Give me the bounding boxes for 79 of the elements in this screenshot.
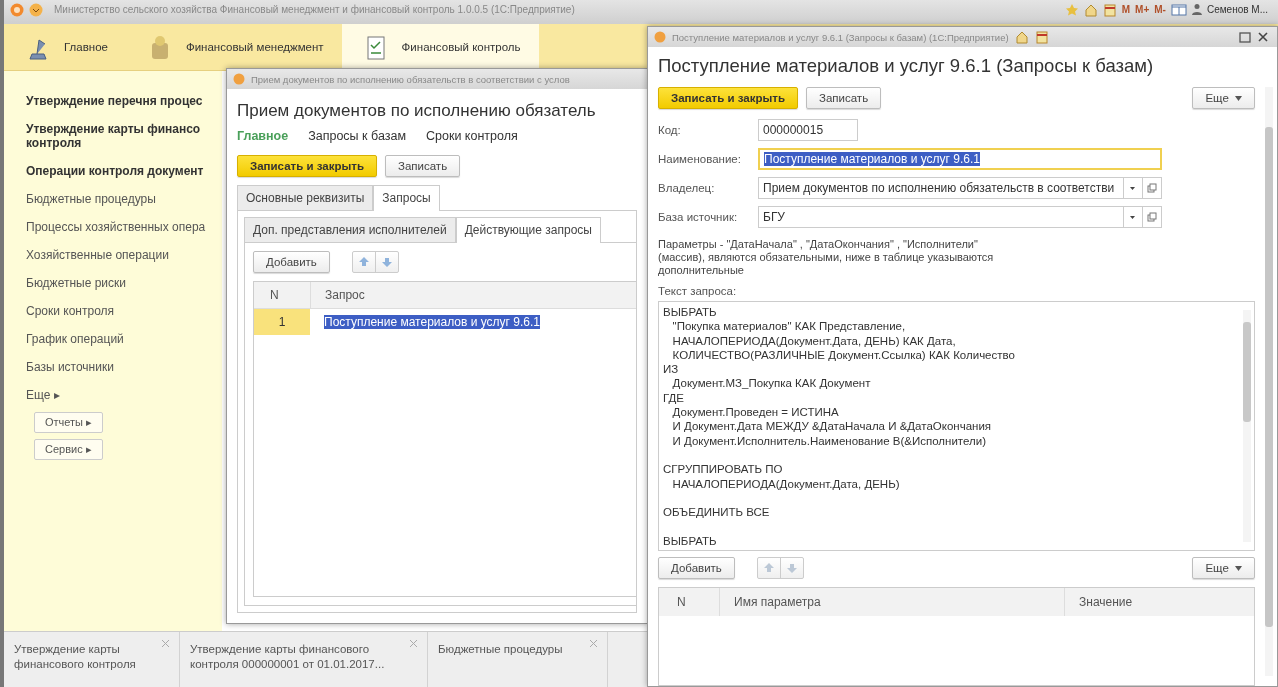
nav-link[interactable]: Сроки контроля — [426, 129, 518, 143]
more-button[interactable]: Еще — [1192, 87, 1255, 109]
sidebar-item[interactable]: Процессы хозяйственных опера — [26, 213, 206, 241]
nav-link[interactable]: Запросы к базам — [308, 129, 406, 143]
select-field[interactable]: БГУ — [758, 206, 1162, 228]
column-header[interactable]: N — [659, 595, 719, 609]
field-label: Наименование: — [658, 153, 742, 165]
select-field[interactable]: Прием документов по исполнению обязательств в соответстви — [758, 177, 1162, 199]
maximize-icon[interactable] — [1239, 31, 1251, 43]
field-label: Владелец: — [658, 182, 716, 194]
tab-title[interactable]: Утверждение карты финансового контроля — [14, 642, 159, 672]
sidebar-item[interactable]: Утверждение карты финансо контроля — [26, 115, 216, 157]
field-label: База источник: — [658, 211, 739, 223]
tab[interactable]: Доп. представления исполнителей — [244, 217, 456, 242]
home-icon[interactable] — [1083, 3, 1098, 17]
form-heading: Прием документов по исполнению обязатель — [237, 101, 597, 121]
scrollbar[interactable] — [1243, 310, 1251, 542]
column-header[interactable]: Имя параметра — [719, 588, 1064, 616]
section-tab[interactable]: Финансовый контроль — [341, 24, 539, 70]
tab[interactable]: Действующие запросы — [455, 217, 601, 243]
scrollbar[interactable] — [1265, 87, 1273, 676]
save-close-button[interactable]: Записать и закрыть — [658, 87, 798, 109]
user-name[interactable]: Семенов М... — [1206, 4, 1268, 15]
window-title: Министерство сельского хозяйства Финансовый менеджмент и финансовый контроль 1.0.0.5 (1С:Предприятие) — [54, 4, 575, 15]
column-header[interactable]: Запрос — [310, 282, 636, 308]
memory-button[interactable]: M — [1121, 4, 1131, 15]
section-tab[interactable]: Главное — [4, 24, 126, 70]
tab[interactable]: Запросы — [373, 185, 440, 211]
column-header[interactable]: N — [254, 288, 310, 302]
menu-button[interactable]: Сервис ▸ — [34, 439, 103, 460]
add-button[interactable]: Добавить — [253, 251, 330, 273]
field-label: Код: — [658, 124, 682, 136]
sidebar-item[interactable]: Операции контроля документ — [26, 157, 216, 185]
tab[interactable]: Основные реквизиты — [237, 185, 374, 210]
save-button[interactable]: Записать — [385, 155, 461, 177]
calendar-icon[interactable] — [1102, 3, 1117, 17]
section-tab[interactable]: Финансовый менеджмент — [125, 24, 342, 70]
user-icon — [1191, 3, 1202, 15]
window-title: Прием документов по исполнению обязательств в соответствии с услов — [251, 73, 570, 85]
query-text-field[interactable]: ВЫБРАТЬ "Покупка материалов" КАК Представление, НАЧАЛОПЕРИОДА(Документ.Дата, ДЕНЬ) КАК Дата, КОЛИЧЕСТВО(РАЗЛИЧНЫЕ Документ.Ссылка) КАК Количество ИЗ Документ.МЗ_Покупка КАК Документ ГДЕ Документ.Проведен = ИСТИНА И Документ.Дата МЕЖДУ &ДатаНачала И &ДатаОкончания И Документ.Исполнитель.Наименование В(&Исполнители) СГРУППИРОВАТЬ ПО НАЧАЛОПЕРИОДА(Документ.Дата, ДЕНЬ) ОБЪЕДИНИТЬ ВСЕ ВЫБРАТЬ — [658, 301, 1255, 551]
favorites-icon[interactable] — [1064, 3, 1079, 17]
memory-button[interactable]: M- — [1154, 4, 1166, 15]
menu-icon[interactable] — [29, 3, 43, 17]
sidebar-item[interactable]: Базы источники — [26, 353, 114, 381]
save-button[interactable]: Записать — [806, 87, 882, 109]
app-logo-icon — [233, 73, 245, 85]
menu-button[interactable]: Отчеты ▸ — [34, 412, 104, 433]
open-window-tab[interactable]: Утверждение карты финансового контроля 000000001 от 01.01.2017... — [180, 632, 428, 687]
sidebar-item[interactable]: Хозяйственные операции — [26, 241, 169, 269]
memory-button[interactable]: M+ — [1135, 4, 1150, 15]
home-icon[interactable] — [1014, 30, 1029, 44]
open-window-tab[interactable]: Утверждение карты финансового контроля — [4, 632, 180, 687]
sidebar-item[interactable]: Бюджетные процедуры — [26, 185, 156, 213]
form-heading: Поступление материалов и услуг 9.6.1 (Запросы к базам) — [658, 55, 1155, 77]
window-title: Поступление материалов и услуг 9.6.1 (Запросы к базам) (1С:Предприятие) — [672, 31, 1009, 43]
panel-icon[interactable] — [1170, 3, 1187, 17]
tab-title[interactable]: Бюджетные процедуры — [438, 642, 563, 657]
sidebar-item[interactable]: Утверждение перечня процес — [26, 87, 216, 115]
tab-title[interactable]: Утверждение карты финансового контроля 000000001 от 01.01.2017... — [190, 642, 407, 672]
caret-icon — [1235, 566, 1242, 572]
caret-icon — [1235, 96, 1242, 102]
column-header[interactable]: Значение — [1064, 588, 1254, 616]
open-window-tab[interactable]: Бюджетные процедуры — [428, 632, 608, 687]
more-button[interactable]: Еще — [1192, 557, 1255, 579]
close-icon[interactable] — [1257, 31, 1269, 43]
hint-text: Параметры - "ДатаНачала" , "ДатаОкончания" , "Исполнители" (массив), являются обязательными, ниже в таблице указываются дополнительные — [658, 238, 995, 277]
sidebar-item[interactable]: Сроки контроля — [26, 297, 115, 325]
save-close-button[interactable]: Записать и закрыть — [237, 155, 377, 177]
name-field[interactable]: Поступление материалов и услуг 9.6.1 — [758, 148, 1162, 170]
sidebar-item[interactable]: Еще ▸ — [26, 381, 60, 409]
sidebar-item[interactable]: Бюджетные риски — [26, 269, 126, 297]
app-logo-icon — [10, 3, 24, 17]
code-field[interactable]: 000000015 — [758, 119, 858, 141]
field-label: Текст запроса: — [658, 285, 738, 297]
table-row[interactable]: 1 Поступление материалов и услуг 9.6.1 — [254, 309, 636, 335]
app-logo-icon — [654, 31, 666, 43]
add-button[interactable]: Добавить — [658, 557, 735, 579]
sidebar-item[interactable]: График операций — [26, 325, 124, 353]
calendar-icon[interactable] — [1034, 30, 1049, 44]
